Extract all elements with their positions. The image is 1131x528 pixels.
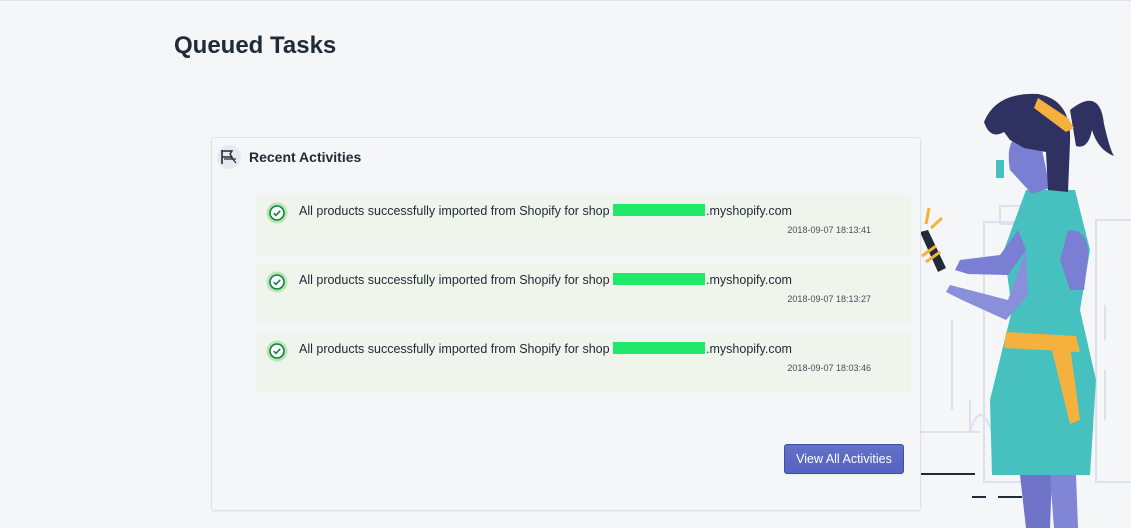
- top-divider: [0, 0, 1131, 1]
- activity-item: All products successfully imported from …: [256, 194, 911, 255]
- activity-message: All products successfully imported from …: [299, 342, 792, 356]
- flag-icon: [217, 145, 241, 169]
- card-header: Recent Activities: [217, 144, 361, 170]
- check-circle-icon: [266, 271, 288, 293]
- activity-timestamp: 2018-09-07 18:13:27: [787, 294, 871, 304]
- check-circle-icon: [266, 340, 288, 362]
- card-title: Recent Activities: [249, 149, 362, 165]
- redacted-shop-name: [613, 342, 706, 354]
- activity-item: All products successfully imported from …: [256, 332, 911, 393]
- woman-with-phone-illustration: [919, 93, 1131, 528]
- redacted-shop-name: [613, 273, 706, 285]
- redacted-shop-name: [613, 204, 706, 216]
- activity-timestamp: 2018-09-07 18:03:46: [787, 363, 871, 373]
- view-all-activities-button[interactable]: View All Activities: [784, 444, 904, 474]
- recent-activities-card: Recent Activities All products successfu…: [211, 137, 921, 511]
- check-circle-icon: [266, 202, 288, 224]
- activity-timestamp: 2018-09-07 18:13:41: [787, 225, 871, 235]
- page-title: Queued Tasks: [174, 32, 337, 59]
- activity-item: All products successfully imported from …: [256, 263, 911, 324]
- activity-message: All products successfully imported from …: [299, 273, 792, 287]
- activity-message: All products successfully imported from …: [299, 204, 792, 218]
